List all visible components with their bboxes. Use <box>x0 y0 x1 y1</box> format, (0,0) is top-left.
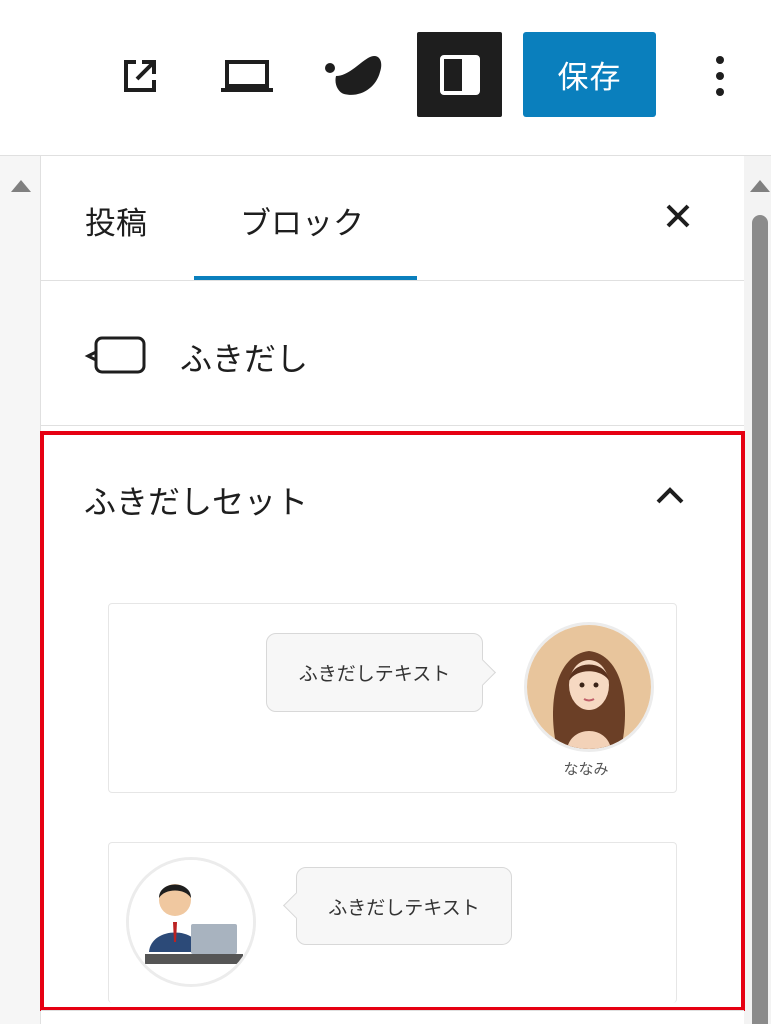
close-icon[interactable] <box>658 196 698 236</box>
divider <box>41 1010 744 1011</box>
laptop-icon[interactable] <box>214 48 280 104</box>
active-tab-indicator <box>194 276 417 280</box>
more-vertical-icon[interactable] <box>700 48 740 104</box>
avatar <box>126 857 256 987</box>
avatar-name: ななみ <box>563 760 609 778</box>
save-button[interactable]: 保存 <box>523 32 656 117</box>
editor-canvas-edge <box>0 156 41 1024</box>
scroll-up-arrow-icon[interactable] <box>750 180 770 192</box>
chevron-up-icon[interactable] <box>650 478 690 512</box>
jetpack-icon[interactable] <box>318 46 388 106</box>
scrollbar-thumb[interactable] <box>752 215 768 1024</box>
speech-bubble: ふきだしテキスト <box>296 867 512 945</box>
tab-post[interactable]: 投稿 <box>85 198 147 243</box>
speech-bubble: ふきだしテキスト <box>266 633 483 712</box>
speech-bubble-icon <box>84 332 148 380</box>
external-link-icon[interactable] <box>112 48 168 104</box>
tab-block[interactable]: ブロック <box>240 198 364 243</box>
block-title: ふきだし <box>180 340 309 378</box>
scroll-up-arrow-icon[interactable] <box>11 180 31 192</box>
sidebar-tabs: 投稿 ブロック <box>41 156 744 281</box>
sidebar-toggle-icon[interactable] <box>417 32 502 117</box>
panel-title[interactable]: ふきだしセット <box>84 477 308 523</box>
avatar <box>524 622 654 752</box>
